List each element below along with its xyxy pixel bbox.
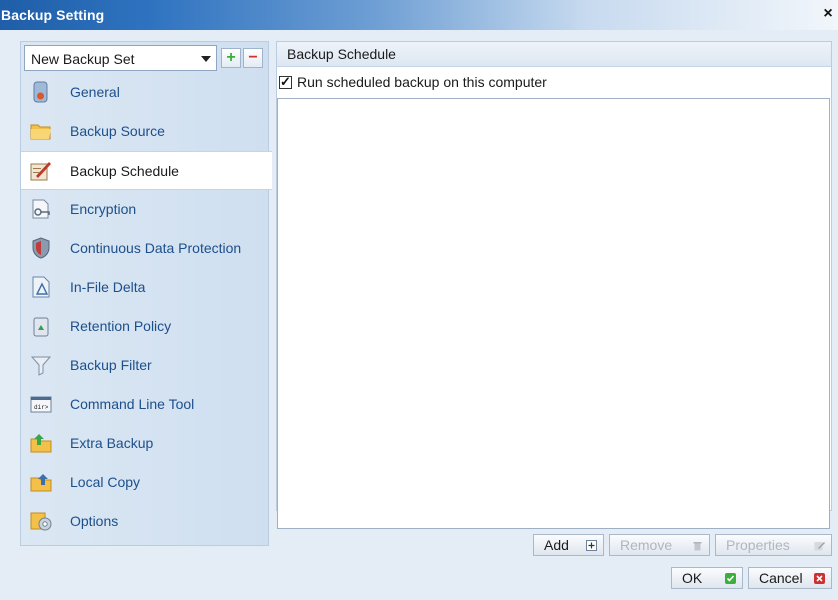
general-icon <box>33 81 48 103</box>
recycle-bin-icon <box>33 317 49 337</box>
close-icon[interactable]: × <box>820 5 836 23</box>
backup-set-row: New Backup Set + − <box>24 45 265 71</box>
panel-header: Backup Schedule <box>277 42 831 67</box>
sidebar-item-label: Encryption <box>70 201 137 217</box>
sidebar-item-backup-source[interactable]: Backup Source <box>21 112 270 151</box>
extra-backup-icon <box>30 434 52 453</box>
sidebar-item-options[interactable]: Options <box>21 502 270 541</box>
remove-label: Remove <box>620 537 673 553</box>
remove-schedule-button[interactable]: Remove <box>609 534 710 556</box>
local-copy-icon <box>30 474 52 492</box>
svg-text:dir>: dir> <box>34 404 49 411</box>
schedule-list[interactable] <box>277 98 830 529</box>
run-scheduled-checkbox[interactable] <box>279 74 292 90</box>
shield-icon <box>32 237 50 259</box>
cancel-button[interactable]: Cancel <box>748 567 832 589</box>
sidebar-item-local-copy[interactable]: Local Copy <box>21 463 270 502</box>
add-schedule-button[interactable]: Add <box>533 534 604 556</box>
page-title: Backup Schedule <box>287 46 396 62</box>
schedule-icon <box>30 162 51 181</box>
funnel-icon <box>30 356 52 376</box>
sidebar-item-label: Backup Schedule <box>70 163 179 179</box>
document-delta-icon <box>32 276 50 298</box>
sidebar-item-label: Options <box>70 513 119 529</box>
sidebar-item-encryption[interactable]: Encryption <box>21 190 270 229</box>
edit-icon <box>814 542 825 551</box>
sidebar-item-label: Local Copy <box>70 474 141 490</box>
sidebar-item-label: Retention Policy <box>70 318 172 334</box>
backup-set-dropdown[interactable]: New Backup Set <box>24 45 217 71</box>
options-gear-icon <box>30 512 52 531</box>
add-backup-set-button[interactable]: + <box>221 48 241 68</box>
sidebar-item-extra-backup[interactable]: Extra Backup <box>21 424 270 463</box>
sidebar-item-label: In-File Delta <box>70 279 146 295</box>
sidebar-item-command-line-tool[interactable]: dir> Command Line Tool <box>21 385 270 424</box>
sidebar-item-label: Backup Source <box>70 123 165 139</box>
ok-button[interactable]: OK <box>671 567 743 589</box>
chevron-down-icon <box>201 56 211 62</box>
sidebar-item-label: Extra Backup <box>70 435 154 451</box>
command-line-icon: dir> <box>30 396 52 413</box>
check-icon <box>725 573 736 584</box>
folder-icon <box>30 124 51 140</box>
title-bar[interactable]: Backup Setting × <box>0 0 838 30</box>
run-scheduled-label: Run scheduled backup on this computer <box>297 74 547 90</box>
sidebar-item-label: Continuous Data Protection <box>70 240 242 256</box>
ok-label: OK <box>682 570 703 586</box>
sidebar-item-label: Backup Filter <box>70 357 152 373</box>
add-label: Add <box>544 537 569 553</box>
add-icon <box>586 540 597 551</box>
backup-set-value: New Backup Set <box>31 51 135 67</box>
sidebar: New Backup Set + − General Backup Source… <box>20 41 272 546</box>
remove-backup-set-button[interactable]: − <box>243 48 263 68</box>
window-title: Backup Setting <box>1 7 105 23</box>
sidebar-item-backup-schedule[interactable]: Backup Schedule <box>21 151 272 190</box>
cancel-x-icon <box>814 573 825 584</box>
cancel-label: Cancel <box>759 570 803 586</box>
properties-label: Properties <box>726 537 790 553</box>
sidebar-item-label: General <box>70 84 120 100</box>
properties-button[interactable]: Properties <box>715 534 832 556</box>
sidebar-item-retention-policy[interactable]: Retention Policy <box>21 307 270 346</box>
encryption-key-icon <box>32 199 50 219</box>
sidebar-item-general[interactable]: General <box>21 73 270 112</box>
sidebar-item-backup-filter[interactable]: Backup Filter <box>21 346 270 385</box>
sidebar-item-continuous-data-protection[interactable]: Continuous Data Protection <box>21 229 270 268</box>
sidebar-item-in-file-delta[interactable]: In-File Delta <box>21 268 270 307</box>
trash-icon <box>693 542 702 551</box>
sidebar-item-label: Command Line Tool <box>70 396 195 412</box>
